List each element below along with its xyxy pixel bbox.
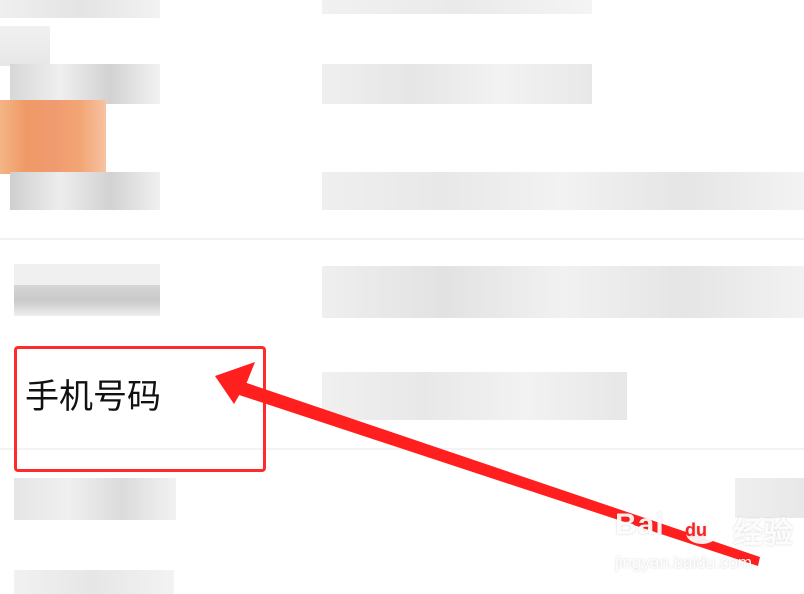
watermark-url-text: jingyan.baidu.com xyxy=(615,553,753,572)
watermark-paw-text: du xyxy=(685,520,707,540)
baidu-paw-icon: du xyxy=(675,506,729,546)
watermark-cn-text: 经验 xyxy=(733,516,793,551)
baidu-jingyan-watermark: Bai du 经验 jingyan.baidu.com xyxy=(615,500,804,592)
watermark-brand-text: Bai xyxy=(615,508,665,541)
